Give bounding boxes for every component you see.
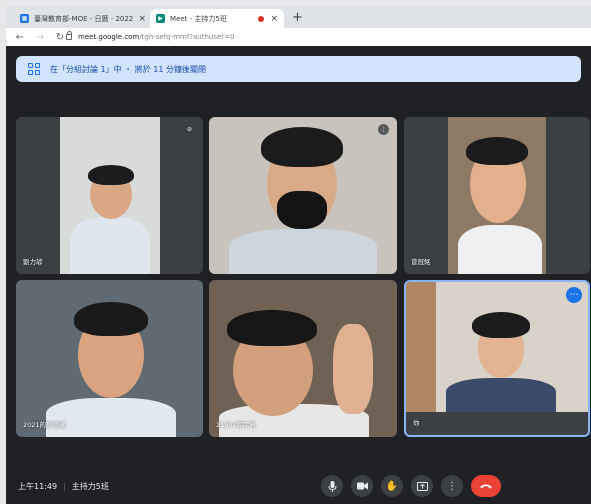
- back-arrow-icon[interactable]: ←: [14, 32, 26, 43]
- leave-call-button[interactable]: [471, 475, 501, 497]
- present-screen-icon: [416, 481, 428, 491]
- tab-title: 臺灣教育部-MOE - 日曆 - 2022: [34, 14, 134, 23]
- participant-tile[interactable]: 曾冠銘: [404, 117, 590, 274]
- meeting-info: 上午11:49 | 主持力5班: [18, 481, 109, 492]
- lock-icon: [66, 31, 72, 40]
- meeting-name: 主持力5班: [71, 482, 109, 491]
- participant-video: [406, 282, 588, 412]
- tab-meet[interactable]: ▶ Meet - 主持力5班 ×: [150, 9, 284, 28]
- participant-tile[interactable]: ⋮: [209, 117, 397, 274]
- new-tab-button[interactable]: +: [292, 11, 303, 25]
- banner-text: 在「分組討論 1」中 ・ 將於 11 分鐘後關閉: [50, 64, 206, 74]
- calendar-favicon-icon: ▦: [20, 14, 29, 23]
- participant-tile[interactable]: ⊘ 劉力諺: [16, 117, 203, 274]
- close-tab-icon[interactable]: ×: [270, 14, 278, 24]
- microphone-button[interactable]: [321, 475, 343, 497]
- raise-hand-icon: ✋: [385, 480, 399, 492]
- url-path: /tgh-sefq-mmf?authuser=0: [139, 33, 235, 41]
- muted-mic-icon: ⊘: [184, 124, 195, 135]
- reload-icon[interactable]: ↻: [54, 32, 66, 43]
- camera-icon: [356, 482, 368, 490]
- forward-arrow-icon[interactable]: →: [34, 32, 46, 43]
- participant-name: 2021的蔡德耀: [23, 421, 66, 429]
- participant-tile[interactable]: 2021的蔡德耀: [16, 280, 203, 437]
- meet-favicon-icon: ▶: [156, 14, 165, 23]
- raise-hand-button[interactable]: ✋: [381, 475, 403, 497]
- present-screen-button[interactable]: [411, 475, 433, 497]
- browser-tabbar: ▦ 臺灣教育部-MOE - 日曆 - 2022 × ▶ Meet - 主持力5班…: [6, 6, 591, 28]
- meeting-info-separator: |: [63, 482, 66, 491]
- meet-stage: 在「分組討論 1」中 ・ 將於 11 分鐘後關閉 ⊘ 劉力諺 ⋮ 曾冠銘 202…: [6, 46, 591, 504]
- participant-indicator-icon: ⋮: [378, 124, 389, 135]
- participant-video: [60, 117, 160, 274]
- participant-video: [209, 280, 397, 437]
- meeting-time: 上午11:49: [18, 482, 58, 491]
- camera-button[interactable]: [351, 475, 373, 497]
- participant-video: [448, 117, 546, 274]
- participant-name: 21907郭宇昇: [216, 421, 257, 429]
- participant-name: 你: [413, 419, 420, 427]
- participant-name: 曾冠銘: [411, 258, 431, 266]
- url-host: meet.google.com: [78, 33, 140, 41]
- tab-moe-calendar[interactable]: ▦ 臺灣教育部-MOE - 日曆 - 2022 ×: [14, 9, 152, 28]
- meet-controls-bar: 上午11:49 | 主持力5班 ✋ ⋮: [6, 468, 591, 504]
- participant-tile[interactable]: 21907郭宇昇: [209, 280, 397, 437]
- participant-name: 劉力諺: [23, 258, 43, 266]
- close-tab-icon[interactable]: ×: [138, 14, 146, 24]
- more-vert-icon: ⋮: [447, 480, 457, 492]
- more-options-button[interactable]: ⋮: [441, 475, 463, 497]
- end-call-icon: [480, 484, 492, 489]
- breakout-rooms-icon: [28, 63, 40, 75]
- breakout-room-banner: 在「分組討論 1」中 ・ 將於 11 分鐘後關閉: [16, 56, 581, 82]
- address-bar[interactable]: meet.google.com/tgh-sefq-mmf?authuser=0: [66, 30, 346, 44]
- participant-video: [209, 117, 397, 274]
- recording-dot-icon: [258, 15, 265, 22]
- microphone-icon: [328, 480, 336, 492]
- more-options-icon[interactable]: ⋯: [566, 287, 582, 303]
- browser-toolbar: ← → ↻ meet.google.com/tgh-sefq-mmf?authu…: [6, 28, 591, 46]
- tab-title: Meet - 主持力5班: [170, 14, 227, 23]
- participant-video: [16, 280, 203, 437]
- participant-tile-self[interactable]: ⋯ 你: [404, 280, 590, 437]
